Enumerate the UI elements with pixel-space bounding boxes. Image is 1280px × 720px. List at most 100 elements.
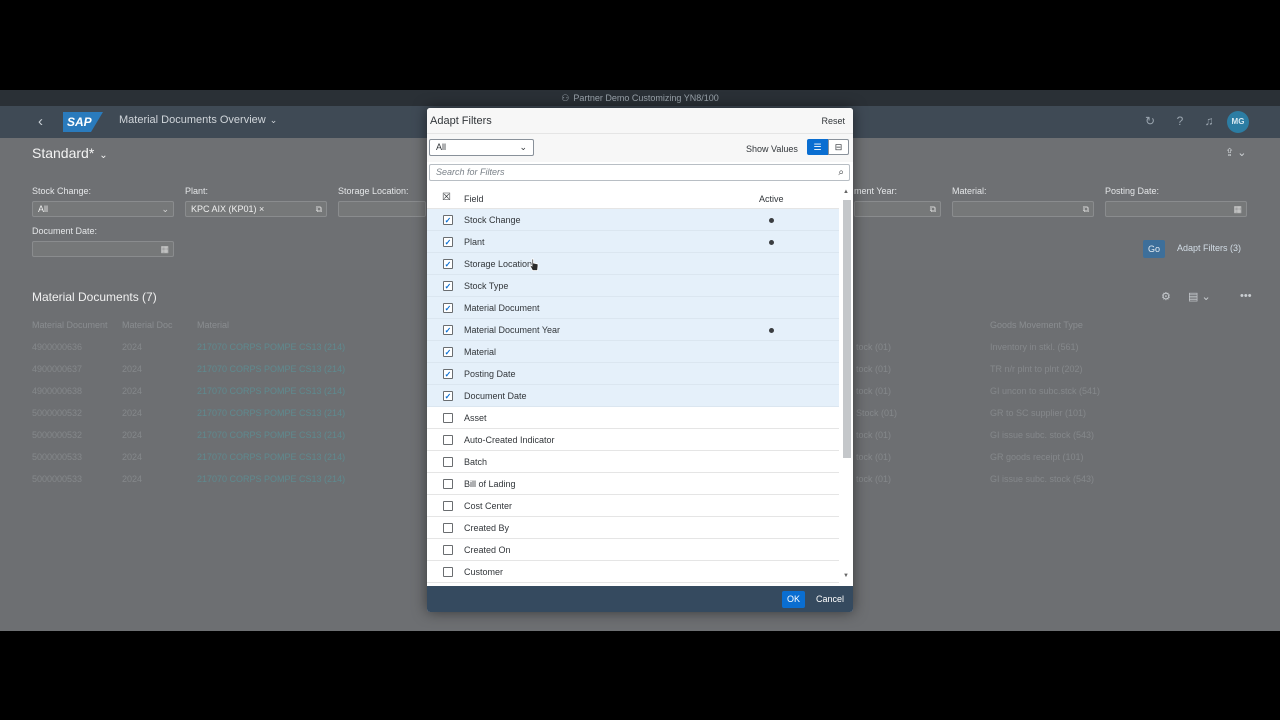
filter-list-item[interactable]: ✓ Material Document <box>427 297 839 319</box>
table-cell: 4900000636 <box>32 342 83 352</box>
filter-list-item[interactable]: ✓ Material Document Year <box>427 319 839 341</box>
filter-checkbox[interactable]: ✓ <box>443 347 453 357</box>
storage-location-input[interactable] <box>338 201 426 217</box>
column-header[interactable]: Material <box>197 320 229 330</box>
filter-checkbox[interactable]: ✓ <box>443 281 453 291</box>
filter-list-item[interactable]: Cost Center <box>427 495 839 517</box>
show-values-button[interactable]: Show Values <box>746 144 798 154</box>
stock-change-select[interactable]: All ⌄ <box>32 201 174 217</box>
filter-list-item[interactable]: Created By <box>427 517 839 539</box>
column-header[interactable]: Material Document <box>32 320 108 330</box>
calendar-icon[interactable]: ▦ <box>1233 202 1242 216</box>
material-link[interactable]: 217070 CORPS POMPE CS13 (214) <box>197 430 345 440</box>
filter-checkbox[interactable]: ✓ <box>443 237 453 247</box>
filter-group-value: All <box>436 142 447 152</box>
field-column-header: Field <box>464 194 484 204</box>
filter-checkbox[interactable] <box>443 479 453 489</box>
scroll-up-icon[interactable]: ▲ <box>843 189 849 195</box>
scroll-down-icon[interactable]: ▼ <box>843 573 849 579</box>
filter-list-item[interactable]: Batch <box>427 451 839 473</box>
filter-list-item[interactable]: Created On <box>427 539 839 561</box>
sap-logo[interactable]: SAP <box>63 112 103 132</box>
bell-icon[interactable]: ♫ <box>1201 113 1217 129</box>
column-header[interactable]: Material Doc <box>122 320 173 330</box>
overflow-icon[interactable]: ••• <box>1240 290 1252 302</box>
filter-list-item[interactable]: ✓ Document Date <box>427 385 839 407</box>
filter-checkbox[interactable] <box>443 435 453 445</box>
list-scrollbar[interactable]: ▲ ▼ <box>841 187 853 585</box>
material-input[interactable]: ⧉ <box>952 201 1094 217</box>
document-date-input[interactable]: ▦ <box>32 241 174 257</box>
material-link[interactable]: 217070 CORPS POMPE CS13 (214) <box>197 364 345 374</box>
filter-checkbox[interactable] <box>443 567 453 577</box>
filter-list-item[interactable]: Asset <box>427 407 839 429</box>
filter-search-input[interactable]: Search for Filters ⌕ <box>429 164 850 181</box>
list-view-icon[interactable]: ☰ <box>807 139 828 155</box>
filter-checkbox[interactable]: ✓ <box>443 369 453 379</box>
filter-list-item[interactable]: ✓ Stock Type <box>427 275 839 297</box>
export-icon[interactable]: ▤ ⌄ <box>1188 290 1211 303</box>
filter-checkbox[interactable] <box>443 501 453 511</box>
table-cell: 2024 <box>122 474 143 484</box>
filter-list-item[interactable]: Auto-Created Indicator <box>427 429 839 451</box>
select-all-icon[interactable]: ☒ <box>442 192 451 203</box>
filter-list: ☒ Field Active ✓ Stock Change ✓ Plant ✓ Stora… <box>427 187 853 585</box>
share-icon[interactable]: ⇪ ⌄ <box>1225 146 1247 159</box>
avatar[interactable]: MG <box>1227 111 1249 133</box>
filter-checkbox[interactable] <box>443 457 453 467</box>
filter-checkbox[interactable]: ✓ <box>443 325 453 335</box>
letterbox-top <box>0 0 1280 90</box>
value-help-icon[interactable]: ⧉ <box>930 202 936 216</box>
back-icon[interactable]: ‹ <box>38 113 43 130</box>
filter-list-header: ☒ Field Active <box>427 187 839 209</box>
app-title-menu[interactable]: Material Documents Overview ⌄ <box>119 114 277 126</box>
material-link[interactable]: 217070 CORPS POMPE CS13 (214) <box>197 408 345 418</box>
filter-list-item[interactable]: Customer <box>427 561 839 583</box>
filter-checkbox[interactable]: ✓ <box>443 391 453 401</box>
posting-date-input[interactable]: ▦ <box>1105 201 1247 217</box>
table-cell: tock (01) <box>856 342 892 352</box>
filter-list-item[interactable]: Bill of Lading <box>427 473 839 495</box>
filter-group-select[interactable]: All ⌄ <box>429 139 534 156</box>
filter-checkbox[interactable] <box>443 413 453 423</box>
column-header[interactable]: Goods Movement Type <box>990 320 1083 330</box>
reset-button[interactable]: Reset <box>821 116 845 126</box>
material-label: Material: <box>952 186 987 196</box>
ok-button[interactable]: OK <box>782 591 805 608</box>
value-help-icon[interactable]: ⧉ <box>316 202 322 216</box>
gear-icon[interactable]: ⚙ <box>1161 290 1171 303</box>
token-remove-icon[interactable]: × <box>259 204 264 214</box>
material-doc-year-input[interactable]: ⧉ <box>854 201 941 217</box>
filter-list-item[interactable]: ✓ Stock Change <box>427 209 839 231</box>
material-link[interactable]: 217070 CORPS POMPE CS13 (214) <box>197 342 345 352</box>
table-cell: 2024 <box>122 430 143 440</box>
material-link[interactable]: 217070 CORPS POMPE CS13 (214) <box>197 386 345 396</box>
help-icon[interactable]: ? <box>1172 113 1188 129</box>
variant-selector[interactable]: Standard* ⌄ <box>32 145 108 161</box>
material-link[interactable]: 217070 CORPS POMPE CS13 (214) <box>197 452 345 462</box>
search-icon[interactable]: ⌕ <box>838 165 844 180</box>
scrollbar-thumb[interactable] <box>843 200 851 458</box>
group-view-icon[interactable]: ⊟ <box>828 139 849 155</box>
refresh-icon[interactable]: ↻ <box>1142 113 1158 129</box>
filter-list-item[interactable]: ✓ Storage Location <box>427 253 839 275</box>
go-button[interactable]: Go <box>1143 240 1165 258</box>
filter-list-item[interactable]: ✓ Posting Date <box>427 363 839 385</box>
plant-label: Plant: <box>185 186 209 196</box>
table-cell: 2024 <box>122 408 143 418</box>
filter-list-item[interactable]: ✓ Plant <box>427 231 839 253</box>
cancel-button[interactable]: Cancel <box>813 591 847 608</box>
filter-checkbox[interactable] <box>443 545 453 555</box>
storage-location-label: Storage Location: <box>338 186 409 196</box>
filter-checkbox[interactable] <box>443 523 453 533</box>
filter-checkbox[interactable]: ✓ <box>443 215 453 225</box>
filter-checkbox[interactable]: ✓ <box>443 303 453 313</box>
material-link[interactable]: 217070 CORPS POMPE CS13 (214) <box>197 474 345 484</box>
value-help-icon[interactable]: ⧉ <box>1083 202 1089 216</box>
adapt-filters-button[interactable]: Adapt Filters (3) <box>1177 243 1241 253</box>
filter-list-item[interactable]: ✓ Material <box>427 341 839 363</box>
calendar-icon[interactable]: ▦ <box>160 242 169 256</box>
filter-checkbox[interactable]: ✓ <box>443 259 453 269</box>
app-title: Material Documents Overview <box>119 114 266 126</box>
plant-input[interactable]: KPC AIX (KP01) × ⧉ <box>185 201 327 217</box>
